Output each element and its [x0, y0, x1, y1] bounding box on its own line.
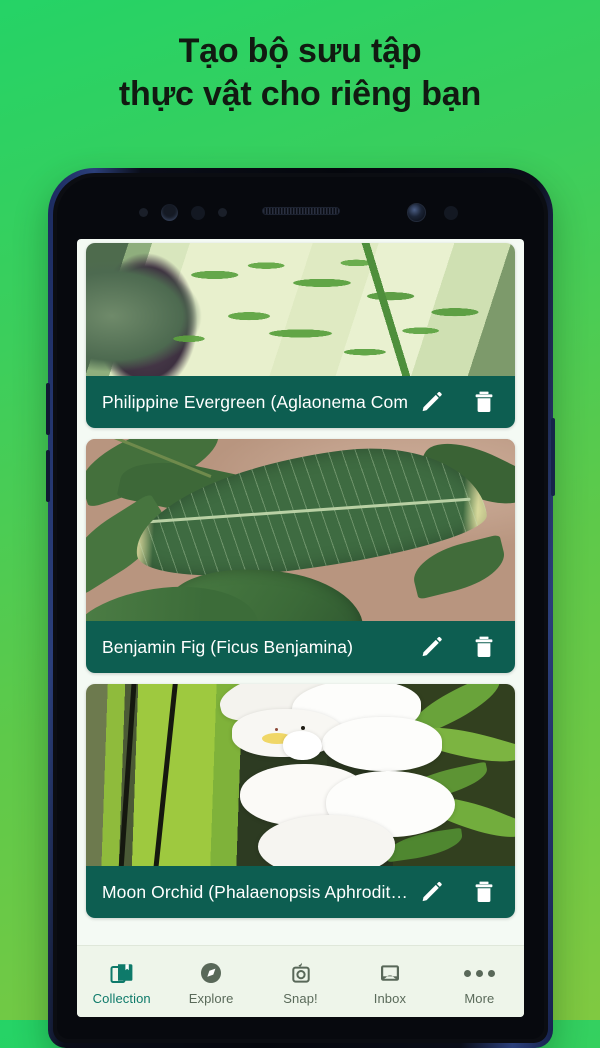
white-orchid-bloom-photo [86, 684, 515, 866]
app-screen: Philippine Evergreen (Aglaonema Com… Ben… [77, 239, 524, 1017]
nav-item-more[interactable]: More [435, 946, 524, 1017]
proximity-sensors [139, 204, 227, 221]
delete-button[interactable] [467, 875, 501, 909]
pencil-icon [422, 636, 442, 657]
camera-leaf-icon [289, 961, 313, 985]
front-camera-group [407, 203, 458, 222]
plant-photo[interactable] [86, 684, 515, 866]
headline-line-1: Tạo bộ sưu tập [178, 32, 422, 70]
more-dots-icon [463, 961, 495, 985]
list-item[interactable]: Benjamin Fig (Ficus Benjamina) [86, 439, 515, 673]
collection-list[interactable]: Philippine Evergreen (Aglaonema Com… Ben… [77, 239, 524, 945]
nav-label: More [464, 991, 495, 1006]
aglaonema-variegated-leaf-photo [86, 243, 515, 376]
nav-label: Explore [188, 991, 234, 1006]
plant-name: Moon Orchid (Phalaenopsis Aphrodit… [102, 881, 409, 902]
plant-name: Benjamin Fig (Ficus Benjamina) [102, 636, 354, 657]
phone-bezel: Philippine Evergreen (Aglaonema Com… Ben… [57, 177, 544, 1039]
list-item[interactable]: Moon Orchid (Phalaenopsis Aphrodit… [86, 684, 515, 918]
delete-button[interactable] [467, 630, 501, 664]
phone-mockup: Philippine Evergreen (Aglaonema Com… Ben… [46, 168, 555, 1048]
compass-icon [199, 961, 223, 985]
secondary-sensor-icon [444, 205, 458, 220]
inbox-tray-icon [378, 961, 402, 985]
plant-label-bar: Philippine Evergreen (Aglaonema Com… [86, 376, 515, 428]
nav-item-snap[interactable]: Snap! [256, 946, 345, 1017]
pencil-icon [422, 391, 442, 412]
volume-up-button[interactable] [46, 383, 50, 435]
nav-item-explore[interactable]: Explore [166, 946, 255, 1017]
plant-label-bar: Benjamin Fig (Ficus Benjamina) [86, 621, 515, 673]
phone-frame: Philippine Evergreen (Aglaonema Com… Ben… [53, 173, 548, 1043]
plant-photo[interactable] [86, 243, 515, 376]
trash-icon [475, 391, 493, 412]
edit-button[interactable] [415, 630, 449, 664]
nav-label: Inbox [373, 991, 407, 1006]
plant-name: Philippine Evergreen (Aglaonema Com… [102, 391, 409, 412]
led-indicator-icon [218, 208, 227, 217]
ficus-variegated-leaf-photo [86, 439, 515, 621]
trash-icon [475, 881, 493, 902]
delete-button[interactable] [467, 385, 501, 419]
power-button[interactable] [551, 418, 555, 496]
plant-label-bar: Moon Orchid (Phalaenopsis Aphrodit… [86, 866, 515, 918]
collection-books-icon [110, 961, 134, 985]
nav-item-collection[interactable]: Collection [77, 946, 166, 1017]
nav-label: Collection [92, 991, 151, 1006]
light-sensor-icon [139, 208, 148, 217]
trash-icon [475, 636, 493, 657]
earpiece-speaker [261, 207, 340, 215]
proximity-sensor-icon [191, 205, 205, 220]
headline-line-2: thực vật cho riêng bạn [118, 74, 482, 113]
plant-photo[interactable] [86, 439, 515, 621]
edit-button[interactable] [415, 875, 449, 909]
edit-button[interactable] [415, 385, 449, 419]
nav-item-inbox[interactable]: Inbox [345, 946, 434, 1017]
nav-label: Snap! [283, 991, 318, 1006]
bottom-navigation[interactable]: Collection Explore Snap! Inbox More [77, 945, 524, 1017]
device-top-sensors [57, 177, 544, 239]
pencil-icon [422, 881, 442, 902]
iris-scanner-icon [161, 204, 178, 221]
volume-down-button[interactable] [46, 450, 50, 502]
front-camera-icon [407, 203, 426, 222]
page-title: Tạo bộ sưu tập thực vật cho riêng bạn [0, 30, 600, 116]
list-item[interactable]: Philippine Evergreen (Aglaonema Com… [86, 243, 515, 428]
